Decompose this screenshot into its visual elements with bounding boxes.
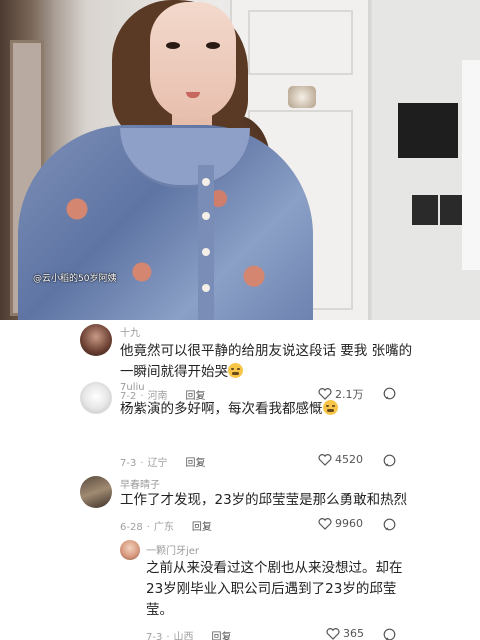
comment-icon[interactable] [383, 518, 396, 531]
comment-location: 辽宁 [147, 458, 168, 469]
meta-separator: · [146, 522, 150, 533]
blouse-button [202, 212, 210, 220]
wall-switch [412, 195, 438, 225]
like-count: 365 [343, 627, 364, 640]
wall-switch [398, 103, 458, 158]
username[interactable]: 7uliu [120, 382, 145, 393]
reply-button[interactable]: 回复 [192, 522, 212, 533]
heart-icon [318, 517, 332, 530]
comment-meta: 7-3 · 辽宁 回复 [120, 454, 210, 469]
username[interactable]: 十九 [120, 324, 140, 339]
like-button[interactable]: 4520 [318, 453, 363, 466]
comment-meta: 7-3 · 山西 回复 [146, 628, 236, 640]
comment-date: 6-28 [120, 522, 143, 533]
comment-text-body: 他竟然可以很平静的给朋友说这段话 要我 张嘴的一瞬间就得开始哭 [120, 343, 413, 380]
username[interactable]: 一颗门牙jer [146, 542, 199, 557]
video-watermark: @云小稻的50岁阿姨 [33, 274, 117, 284]
comment-icon[interactable] [383, 454, 396, 467]
blouse-button [202, 178, 210, 186]
avatar[interactable] [120, 540, 140, 560]
comment-text-body: 杨紫演的多好啊，每次看我都感慨 [120, 401, 323, 417]
comment-item: 7uliu 杨紫演的多好啊，每次看我都感慨 7-3 · 辽宁 回复 4520 [0, 378, 480, 469]
video-frame[interactable]: @云小稻的50岁阿姨 [0, 0, 480, 320]
like-count: 9960 [335, 517, 363, 530]
reply-item: 一颗门牙jer 之前从来没看过这个剧也从来没想过。却在23岁刚毕业入职公司后遇到… [0, 538, 480, 640]
like-button[interactable]: 9960 [318, 517, 363, 530]
blouse-placket [198, 165, 214, 320]
face [150, 2, 236, 120]
wall-edge [462, 60, 480, 270]
comment-text: 杨紫演的多好啊，每次看我都感慨 [120, 399, 420, 420]
reply-button[interactable]: 回复 [186, 458, 206, 469]
blouse-button [202, 248, 210, 256]
comment-item: 早春晴子 工作了才发现，23岁的邱莹莹是那么勇敢和热烈 6-28 · 广东 回复 99… [0, 474, 480, 534]
avatar[interactable] [80, 476, 112, 508]
comment-text: 他竟然可以很平静的给朋友说这段话 要我 张嘴的一瞬间就得开始哭 [120, 341, 420, 383]
comment-location: 广东 [153, 522, 174, 533]
like-button[interactable]: 365 [326, 627, 364, 640]
eye [166, 42, 180, 49]
comment-text: 之前从来没看过这个剧也从来没想过。却在23岁刚毕业入职公司后遇到了23岁的邱莹莹… [146, 560, 403, 618]
comment-location: 山西 [173, 632, 194, 640]
door-knob [288, 86, 316, 108]
eye [206, 42, 220, 49]
crying-emoji-icon [228, 363, 243, 378]
heart-icon [326, 627, 340, 640]
meta-separator: · [166, 632, 170, 640]
crying-emoji-icon [322, 400, 338, 415]
comment-date: 7-3 [146, 632, 163, 640]
door-panel [248, 10, 353, 75]
comment-text: 工作了才发现，23岁的邱莹莹是那么勇敢和热烈 [120, 492, 408, 508]
meta-separator: · [140, 458, 144, 469]
username[interactable]: 早春晴子 [120, 476, 160, 491]
avatar[interactable] [80, 382, 112, 414]
comment-date: 7-3 [120, 458, 137, 469]
comment-icon[interactable] [383, 628, 396, 640]
heart-icon [318, 453, 332, 466]
avatar[interactable] [80, 324, 112, 356]
comment-meta: 6-28 · 广东 回复 [120, 518, 216, 533]
blouse-button [202, 284, 210, 292]
reply-button[interactable]: 回复 [212, 632, 232, 640]
like-count: 4520 [335, 453, 363, 466]
